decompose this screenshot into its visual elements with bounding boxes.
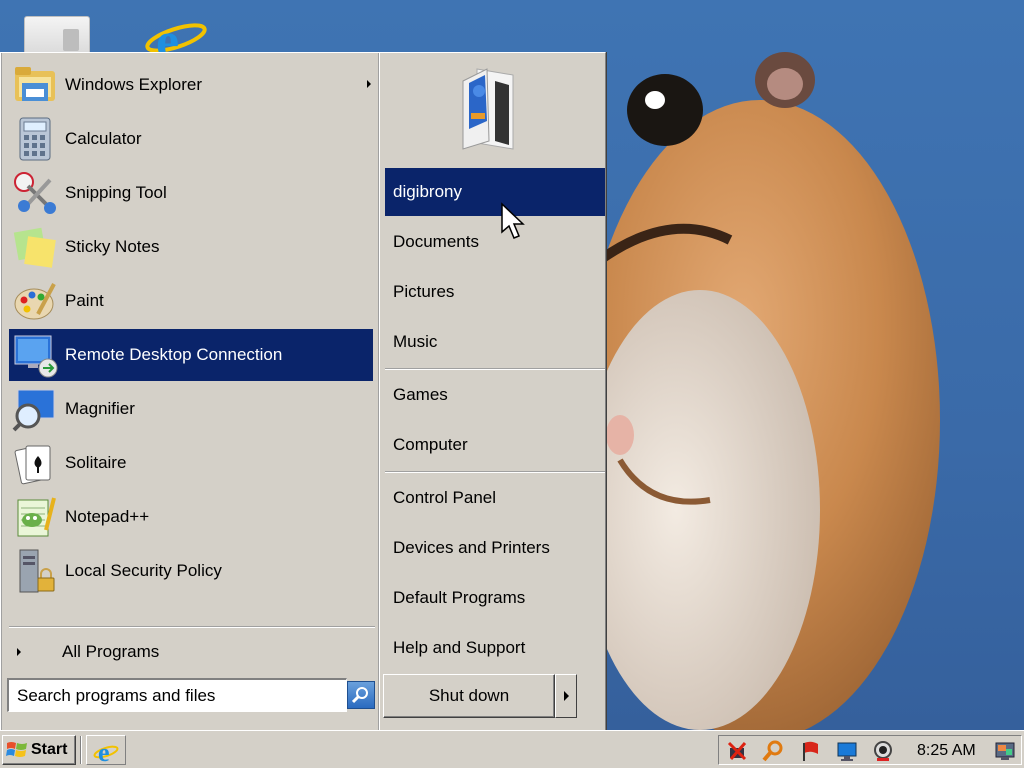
programs-separator <box>9 626 375 628</box>
magnifier-icon <box>9 383 61 435</box>
action-center-flag-icon[interactable] <box>799 739 823 763</box>
all-programs-arrow-icon <box>17 648 21 656</box>
program-remote-desktop-connection[interactable]: Remote Desktop Connection <box>9 329 373 381</box>
sticky-notes-icon <box>9 221 61 273</box>
hamster-wallpaper-image <box>580 52 940 730</box>
place-user-digibrony[interactable]: digibrony <box>385 168 605 216</box>
program-snipping-tool[interactable]: Snipping Tool <box>9 167 373 219</box>
program-calculator[interactable]: Calculator <box>9 113 373 165</box>
search-magnifier-icon[interactable] <box>761 739 785 763</box>
shutdown-options-button[interactable] <box>555 674 577 718</box>
program-paint[interactable]: Paint <box>9 275 373 327</box>
search-icon <box>352 687 368 704</box>
quick-launch-separator <box>80 736 82 764</box>
place-label: digibrony <box>393 182 462 201</box>
place-label: Games <box>393 385 448 404</box>
start-label: Start <box>31 741 68 758</box>
program-label: Remote Desktop Connection <box>65 345 283 364</box>
shutdown-label: Shut down <box>428 686 510 705</box>
solitaire-cards-icon <box>9 437 61 489</box>
place-label: Devices and Printers <box>393 538 550 557</box>
folder-explorer-icon <box>9 59 61 111</box>
place-label: Pictures <box>393 282 455 301</box>
desktop-show-icon[interactable] <box>993 739 1017 763</box>
program-label: Snipping Tool <box>65 183 167 202</box>
program-notepad-plus-plus[interactable]: Notepad++ <box>9 491 373 543</box>
monitor-icon[interactable] <box>835 739 859 763</box>
program-label: Local Security Policy <box>65 561 222 580</box>
place-label: Documents <box>393 232 479 251</box>
program-windows-explorer[interactable]: Windows Explorer <box>9 59 373 111</box>
program-label: Paint <box>65 291 104 310</box>
places-separator <box>385 368 605 370</box>
internet-explorer-icon: e <box>93 738 119 763</box>
scissors-icon <box>9 167 61 219</box>
program-label: Calculator <box>65 129 142 148</box>
program-solitaire[interactable]: Solitaire <box>9 437 373 489</box>
place-devices-and-printers[interactable]: Devices and Printers <box>385 524 605 572</box>
search-button[interactable] <box>347 681 375 709</box>
all-programs-label: All Programs <box>62 642 160 661</box>
submenu-arrow-icon <box>367 80 371 88</box>
place-games[interactable]: Games <box>385 371 605 419</box>
search-input[interactable] <box>7 678 347 712</box>
svg-text:e: e <box>98 738 110 763</box>
all-programs-button[interactable]: All Programs <box>9 637 373 667</box>
place-control-panel[interactable]: Control Panel <box>385 474 605 522</box>
place-default-programs[interactable]: Default Programs <box>385 574 605 622</box>
start-menu: Windows Explorer Calculator Snipping Too… <box>0 52 606 731</box>
notepad-plus-icon <box>9 491 61 543</box>
pane-divider <box>378 53 380 731</box>
place-music[interactable]: Music <box>385 318 605 366</box>
paint-palette-icon <box>9 275 61 327</box>
windows-logo-icon <box>6 742 27 757</box>
taskbar: Start e 8:25 AM <box>0 730 1024 768</box>
program-magnifier[interactable]: Magnifier <box>9 383 373 435</box>
start-button[interactable]: Start <box>2 735 76 765</box>
internet-explorer-desktop-icon[interactable]: e <box>140 8 212 70</box>
program-local-security-policy[interactable]: Local Security Policy <box>9 545 373 597</box>
system-tray: 8:25 AM <box>718 735 1022 765</box>
place-documents[interactable]: Documents <box>385 218 605 266</box>
place-computer[interactable]: Computer <box>385 421 605 469</box>
place-label: Control Panel <box>393 488 497 507</box>
chevron-right-icon <box>563 691 569 701</box>
program-sticky-notes[interactable]: Sticky Notes <box>9 221 373 273</box>
taskbar-clock[interactable]: 8:25 AM <box>917 742 976 760</box>
place-label: Default Programs <box>393 588 526 607</box>
place-pictures[interactable]: Pictures <box>385 268 605 316</box>
program-label: Solitaire <box>65 453 127 472</box>
user-picture-icon[interactable] <box>457 61 529 151</box>
quick-launch-ie-button[interactable]: e <box>86 735 126 765</box>
network-error-icon[interactable] <box>725 739 749 763</box>
remote-desktop-icon <box>9 329 61 381</box>
place-help-and-support[interactable]: Help and Support <box>385 624 605 672</box>
shutdown-button[interactable]: Shut down <box>383 674 555 718</box>
place-label: Computer <box>393 435 468 454</box>
place-label: Help and Support <box>393 638 526 657</box>
security-policy-icon <box>9 545 61 597</box>
place-label: Music <box>393 332 438 351</box>
program-label: Windows Explorer <box>65 75 202 94</box>
program-label: Sticky Notes <box>65 237 160 256</box>
program-label: Magnifier <box>65 399 135 418</box>
webcam-icon[interactable] <box>871 739 895 763</box>
places-separator <box>385 471 605 473</box>
calculator-icon <box>9 113 61 165</box>
svg-text:e: e <box>156 13 179 56</box>
program-label: Notepad++ <box>65 507 150 526</box>
